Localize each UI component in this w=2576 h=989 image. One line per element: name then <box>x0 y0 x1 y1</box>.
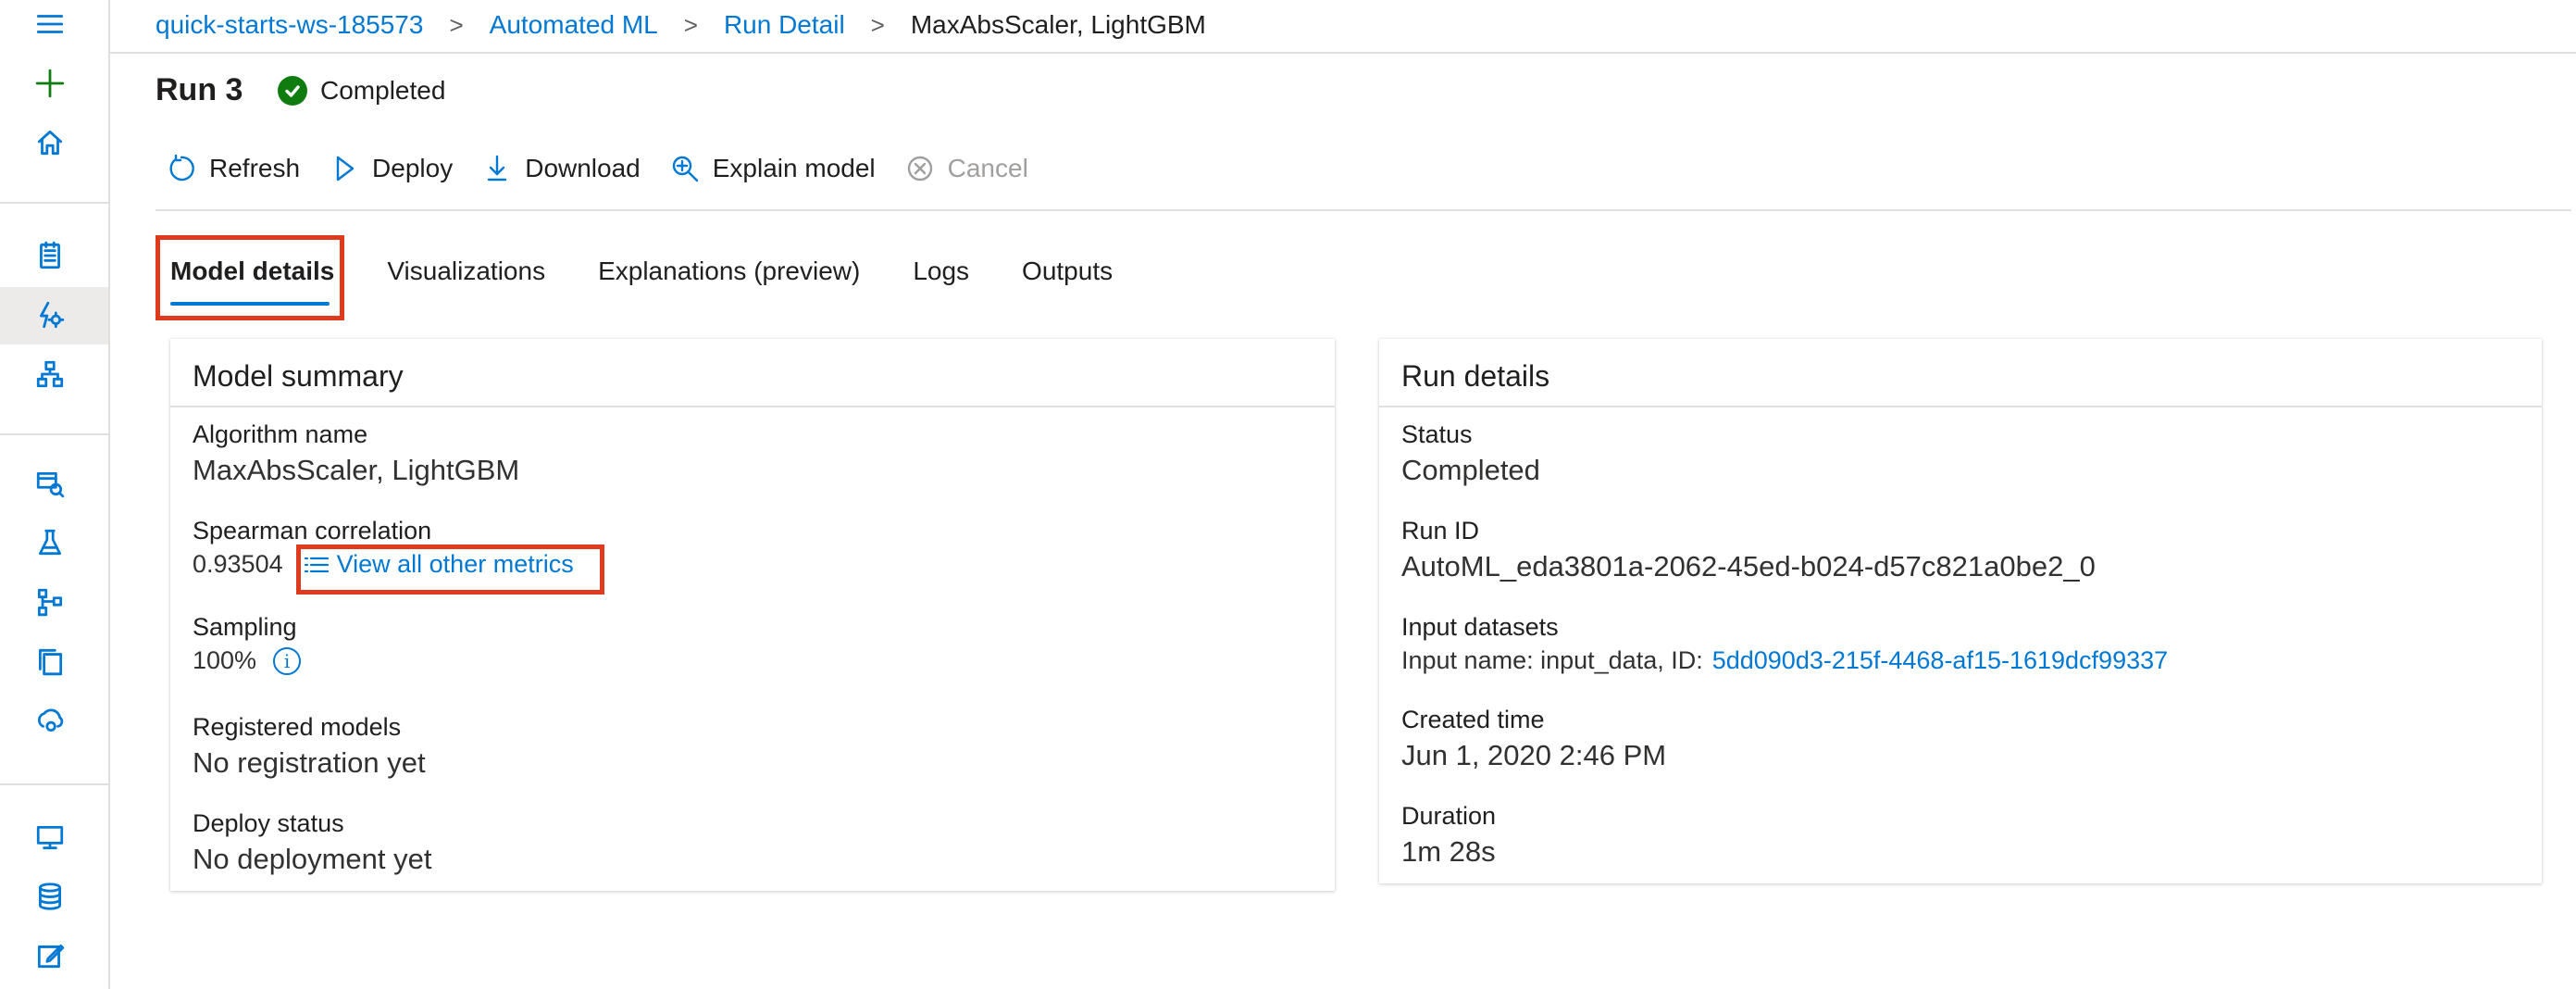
registered-models-label: Registered models <box>193 713 402 741</box>
rail-divider <box>0 433 108 435</box>
cancel-button[interactable]: Cancel <box>905 154 1028 183</box>
dataset-id-link[interactable]: 5dd090d3-215f-4468-af15-1619dcf99337 <box>1712 646 2168 675</box>
compute-icon[interactable] <box>28 815 72 859</box>
chevron-right-icon: > <box>683 10 698 39</box>
tab-explanations[interactable]: Explanations (preview) <box>598 257 860 286</box>
cancel-icon <box>907 156 932 182</box>
algorithm-value: MaxAbsScaler, LightGBM <box>193 454 520 486</box>
designer-icon[interactable] <box>28 352 72 396</box>
breadcrumb-run-detail-link[interactable]: Run Detail <box>724 10 845 40</box>
deploy-status-value: No deployment yet <box>193 843 432 875</box>
card-divider <box>170 406 1335 407</box>
notebooks-icon[interactable] <box>28 233 72 278</box>
datastores-icon[interactable] <box>28 874 72 919</box>
left-nav-rail <box>0 0 110 989</box>
status-label: Status <box>1401 420 1473 448</box>
cancel-label: Cancel <box>947 154 1028 182</box>
command-bar: Refresh Deploy Download Explain model Ca… <box>167 148 1058 189</box>
endpoints-icon[interactable] <box>28 698 72 743</box>
created-time-value: Jun 1, 2020 2:46 PM <box>1401 739 1667 771</box>
metric-value: 0.93504 <box>193 550 283 578</box>
explain-model-button[interactable]: Explain model <box>670 154 876 183</box>
status-text: Completed <box>320 76 446 105</box>
status-badge: Completed <box>278 76 445 106</box>
success-check-icon <box>278 76 307 106</box>
deploy-button[interactable]: Deploy <box>330 154 453 183</box>
breadcrumb-current: MaxAbsScaler, LightGBM <box>910 10 1206 39</box>
add-new-icon[interactable] <box>28 61 72 106</box>
chevron-right-icon: > <box>870 10 885 39</box>
play-icon <box>336 156 355 182</box>
refresh-button[interactable]: Refresh <box>167 154 300 183</box>
deploy-label: Deploy <box>372 154 454 182</box>
sampling-row: 100% i <box>193 646 302 675</box>
sampling-value: 100% <box>193 646 257 674</box>
duration-value: 1m 28s <box>1401 835 1496 868</box>
algorithm-label: Algorithm name <box>193 420 368 448</box>
rail-divider <box>0 783 108 785</box>
datasets-icon[interactable] <box>28 461 72 506</box>
breadcrumb-automated-ml-link[interactable]: Automated ML <box>490 10 658 40</box>
list-icon <box>304 557 329 572</box>
breadcrumb: quick-starts-ws-185573 > Automated ML > … <box>156 7 1206 43</box>
chevron-right-icon: > <box>449 10 464 39</box>
input-datasets-label: Input datasets <box>1401 613 1559 641</box>
pipelines-icon[interactable] <box>28 580 72 624</box>
home-icon[interactable] <box>28 120 72 165</box>
active-tab-indicator <box>170 302 330 306</box>
sampling-label: Sampling <box>193 613 297 641</box>
automated-ml-icon[interactable] <box>28 293 72 337</box>
metric-row: 0.93504 View all other metrics <box>193 550 574 579</box>
created-time-label: Created time <box>1401 706 1545 733</box>
input-datasets-row: Input name: input_data, ID: 5dd090d3-215… <box>1401 646 2168 675</box>
tab-visualizations[interactable]: Visualizations <box>387 257 545 286</box>
metric-label: Spearman correlation <box>193 517 432 545</box>
tab-logs[interactable]: Logs <box>913 257 969 286</box>
run-id-label: Run ID <box>1401 517 1480 545</box>
run-id-value: AutoML_eda3801a-2062-45ed-b024-d57c821a0… <box>1401 550 2096 582</box>
zoom-in-icon <box>672 156 698 182</box>
download-label: Download <box>525 154 641 182</box>
card-divider <box>1379 406 2542 407</box>
tab-outputs[interactable]: Outputs <box>1022 257 1113 286</box>
breadcrumb-workspace-link[interactable]: quick-starts-ws-185573 <box>156 10 423 40</box>
card-title: Model summary <box>193 359 404 393</box>
card-title: Run details <box>1401 359 1550 393</box>
input-datasets-prefix: Input name: input_data, ID: <box>1401 646 1703 674</box>
data-labeling-icon[interactable] <box>28 933 72 978</box>
explain-model-label: Explain model <box>712 154 876 182</box>
experiments-icon[interactable] <box>28 520 72 565</box>
status-value: Completed <box>1401 454 1540 486</box>
header-divider <box>110 52 2576 54</box>
tab-bar: Model details Visualizations Explanation… <box>170 248 1165 294</box>
view-all-metrics-label: View all other metrics <box>336 550 574 578</box>
deploy-status-label: Deploy status <box>193 809 344 837</box>
page-title: Run 3 <box>156 72 243 107</box>
download-button[interactable]: Download <box>482 154 641 183</box>
registered-models-value: No registration yet <box>193 746 426 779</box>
tab-model-details[interactable]: Model details <box>170 257 334 286</box>
rail-divider <box>0 202 108 204</box>
run-details-card: Run details Status Completed Run ID Auto… <box>1379 339 2542 883</box>
model-summary-card: Model summary Algorithm name MaxAbsScale… <box>170 339 1335 891</box>
view-all-metrics-link[interactable]: View all other metrics <box>304 550 574 579</box>
info-icon[interactable]: i <box>273 646 302 675</box>
refresh-label: Refresh <box>209 154 301 182</box>
refresh-icon <box>169 154 194 182</box>
toolbar-divider <box>156 209 2571 211</box>
download-icon <box>488 155 507 182</box>
duration-label: Duration <box>1401 802 1497 830</box>
models-icon[interactable] <box>28 639 72 683</box>
hamburger-menu-icon[interactable] <box>28 2 72 46</box>
